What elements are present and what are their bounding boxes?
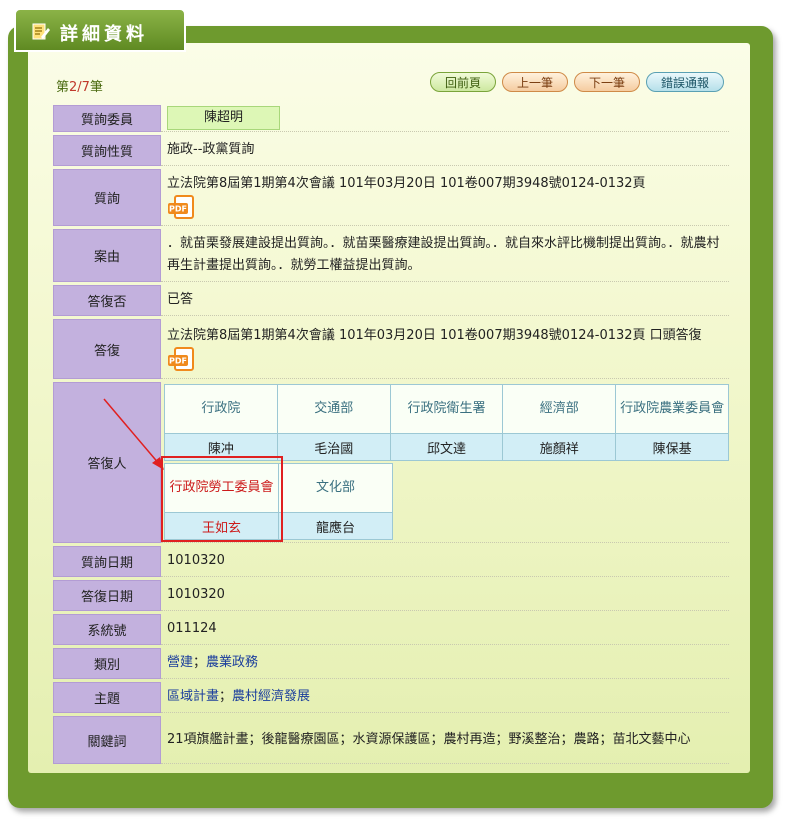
page-title: 詳細資料 [60, 24, 148, 45]
row-reply-date: 答復日期 1010320 [53, 580, 729, 611]
pdf-icon[interactable]: PDF [167, 195, 197, 221]
topic-link[interactable]: 農村經濟發展 [232, 689, 310, 704]
row-reply: 答復 立法院第8屆第1期第4次會議 101年03月20日 101卷007期394… [53, 319, 729, 379]
inquiry-date-label: 質詢日期 [53, 546, 161, 577]
reason-value: ．就苗栗發展建設提出質詢。．就苗栗醫療建設提出質詢。．就自來水評比機制提出質詢。… [161, 229, 729, 282]
pdf-icon-label: PDF [169, 356, 187, 365]
keyword-label: 關鍵詞 [53, 716, 161, 764]
responder-grid-row1: 行政院 交通部 行政院衛生署 經濟部 行政院農業委員會 陳冲 毛治國 邱文達 施… [164, 384, 729, 461]
separator: ； [193, 655, 207, 670]
nature-label: 質詢性質 [53, 135, 161, 166]
highlight-box [161, 456, 283, 542]
responder-name: 陳保基 [615, 433, 729, 461]
member-label: 質詢委員 [53, 105, 161, 132]
counter-prefix: 第 [56, 80, 70, 95]
row-keyword: 關鍵詞 21項旗艦計畫；後龍醫療園區；水資源保護區；農村再造；野溪整治；農路；苗… [53, 716, 729, 764]
category-label: 類別 [53, 648, 161, 679]
separator: ； [219, 689, 233, 704]
responder-org[interactable]: 行政院衛生署 [389, 384, 504, 434]
keyword-value: 21項旗艦計畫；後龍醫療園區；水資源保護區；農村再造；野溪整治；農路；苗北文藝中… [161, 716, 729, 764]
edit-note-icon [32, 23, 50, 40]
responder-org[interactable]: 交通部 [276, 384, 391, 434]
reply-date-value: 1010320 [161, 580, 729, 611]
reply-value: 立法院第8屆第1期第4次會議 101年03月20日 101卷007期3948號0… [167, 327, 702, 343]
row-category: 類別 營建；農業政務 [53, 648, 729, 679]
member-value: 陳超明 [167, 106, 281, 130]
sysno-value: 011124 [161, 614, 729, 645]
row-member: 質詢委員 陳超明 [53, 105, 729, 132]
row-nature: 質詢性質 施政--政黨質詢 [53, 135, 729, 166]
nav-buttons: 回前頁 上一筆 下一筆 錯誤通報 [430, 72, 725, 92]
row-reason: 案由 ．就苗栗發展建設提出質詢。．就苗栗醫療建設提出質詢。．就自來水評比機制提出… [53, 229, 729, 282]
row-topic: 主題 區域計畫；農村經濟發展 [53, 682, 729, 713]
reply-label: 答復 [53, 319, 161, 379]
reason-label: 案由 [53, 229, 161, 282]
topic-label: 主題 [53, 682, 161, 713]
pdf-icon-label: PDF [169, 205, 187, 214]
row-sysno: 系統號 011124 [53, 614, 729, 645]
reply-date-label: 答復日期 [53, 580, 161, 611]
title-tab: 詳細資料 [14, 8, 186, 52]
inquiry-value: 立法院第8屆第1期第4次會議 101年03月20日 101卷007期3948號0… [167, 176, 646, 191]
row-inquiry: 質詢 立法院第8屆第1期第4次會議 101年03月20日 101卷007期394… [53, 169, 729, 226]
responder-org[interactable]: 文化部 [278, 463, 393, 513]
replied-value: 已答 [161, 285, 729, 316]
row-inquiry-date: 質詢日期 1010320 [53, 546, 729, 577]
counter-value: 2/7 [69, 80, 90, 95]
responder-name: 施顏祥 [502, 433, 617, 461]
inquiry-label: 質詢 [53, 169, 161, 226]
back-button[interactable]: 回前頁 [430, 72, 497, 92]
responder-org[interactable]: 經濟部 [502, 384, 617, 434]
pdf-icon[interactable]: PDF [167, 346, 197, 373]
nature-value: 施政--政黨質詢 [161, 135, 729, 166]
row-replied: 答復否 已答 [53, 285, 729, 316]
responder-org[interactable]: 行政院 [164, 384, 278, 434]
replied-label: 答復否 [53, 285, 161, 316]
counter-suffix: 筆 [89, 80, 103, 95]
category-link[interactable]: 營建 [167, 655, 193, 670]
responder-name: 龍應台 [278, 512, 393, 540]
inquiry-date-value: 1010320 [161, 546, 729, 577]
record-counter: 第2/7筆 [56, 76, 103, 95]
responder-name: 邱文達 [389, 433, 504, 461]
responder-name: 毛治國 [276, 433, 391, 461]
error-report-button[interactable]: 錯誤通報 [646, 72, 725, 92]
annotation-arrow [103, 398, 164, 470]
sysno-label: 系統號 [53, 614, 161, 645]
topic-link[interactable]: 區域計畫 [167, 689, 219, 704]
category-link[interactable]: 農業政務 [206, 655, 258, 670]
prev-record-button[interactable]: 上一筆 [502, 72, 569, 92]
responder-org[interactable]: 行政院農業委員會 [615, 384, 729, 434]
next-record-button[interactable]: 下一筆 [574, 72, 641, 92]
